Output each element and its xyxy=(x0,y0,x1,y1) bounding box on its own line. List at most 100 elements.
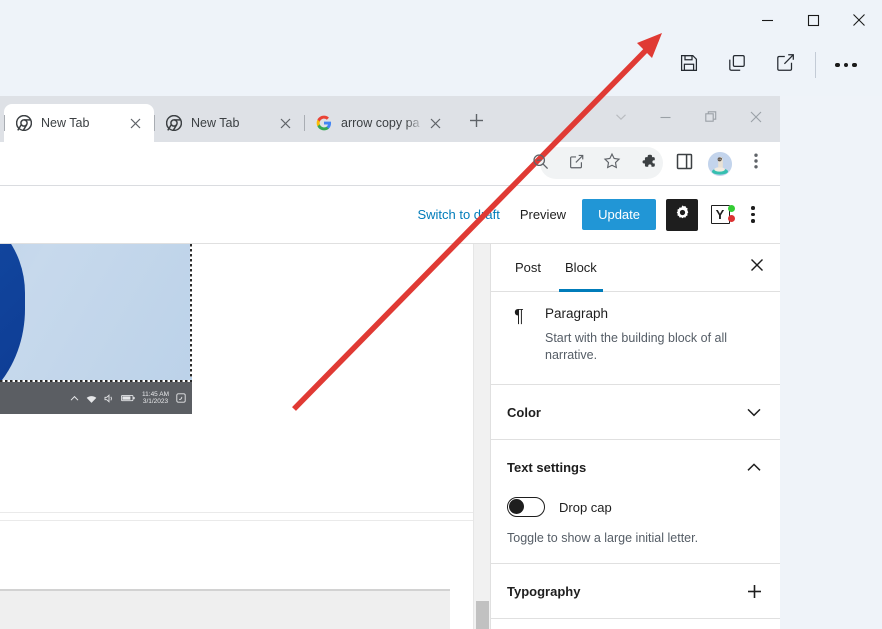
maximize-icon xyxy=(807,14,820,27)
browser-minimize-button[interactable] xyxy=(643,102,688,136)
extensions-puzzle-icon xyxy=(640,153,657,175)
tab-title: New Tab xyxy=(41,116,90,130)
new-tab-button[interactable] xyxy=(462,109,490,137)
tab-close-button[interactable] xyxy=(274,112,296,134)
save-button[interactable] xyxy=(665,44,713,86)
close-settings-button[interactable] xyxy=(740,251,774,285)
preview-button[interactable]: Preview xyxy=(510,201,576,228)
section-typography-label: Typography xyxy=(507,583,581,599)
browser-toolbar xyxy=(0,142,780,186)
tab-divider xyxy=(304,115,305,131)
google-icon xyxy=(316,115,332,131)
bookmark-star-button[interactable] xyxy=(594,146,630,182)
taskbar-clock[interactable]: 11:45 AM 3/1/2023 xyxy=(142,391,169,406)
drop-cap-toggle[interactable] xyxy=(507,497,545,517)
browser-tab-3[interactable]: arrow copy pa xyxy=(304,104,454,142)
restore-icon xyxy=(704,110,717,128)
section-text-settings-label: Text settings xyxy=(507,459,587,475)
notification-icon xyxy=(176,393,186,403)
update-button[interactable]: Update xyxy=(582,199,656,230)
clock-time: 11:45 AM xyxy=(142,390,169,398)
zoom-out-button[interactable] xyxy=(522,146,558,182)
omnibox-actions xyxy=(522,146,780,182)
app-window-chrome xyxy=(0,0,882,96)
browser-restore-button[interactable] xyxy=(688,102,733,136)
chevron-up-icon xyxy=(70,395,79,402)
chevron-down-icon xyxy=(615,110,627,128)
canvas-divider-1 xyxy=(0,512,490,513)
browser-tab-2[interactable]: New Tab xyxy=(154,104,304,142)
editor-scrollbar[interactable] xyxy=(473,244,490,629)
tab-close-button[interactable] xyxy=(424,112,446,134)
minimize-window-button[interactable] xyxy=(744,5,790,35)
more-options-button[interactable] xyxy=(822,44,870,86)
minimize-icon xyxy=(761,14,774,27)
section-color[interactable]: Color xyxy=(491,385,780,440)
screenshot-root: New Tab New Tab arrow copy pa Switch to … xyxy=(0,0,882,629)
block-title: Paragraph xyxy=(545,306,609,321)
tab-block[interactable]: Block xyxy=(553,244,609,292)
image-block[interactable]: 11:45 AM 3/1/2023 xyxy=(0,244,192,414)
yoast-status-dots xyxy=(728,204,735,225)
tab-divider xyxy=(4,115,5,131)
tab-title: New Tab xyxy=(191,116,240,130)
tab-post[interactable]: Post xyxy=(503,244,553,292)
wallpaper-shape-1 xyxy=(0,244,25,382)
editor-canvas[interactable]: 11:45 AM 3/1/2023 xyxy=(0,244,490,629)
share-page-button[interactable] xyxy=(558,146,594,182)
chrome-icon xyxy=(15,114,33,132)
wifi-icon xyxy=(86,394,97,403)
side-panel-button[interactable] xyxy=(666,146,702,182)
windows-wallpaper xyxy=(0,244,192,382)
section-typography[interactable]: Typography xyxy=(491,564,780,619)
kebab-menu-icon xyxy=(751,206,755,223)
canvas-bottom-band xyxy=(0,589,450,629)
plus-icon[interactable] xyxy=(744,581,764,601)
battery-icon xyxy=(121,394,135,402)
profile-button[interactable] xyxy=(702,146,738,182)
maximize-window-button[interactable] xyxy=(790,5,836,35)
browser-close-button[interactable] xyxy=(733,102,778,136)
plus-icon xyxy=(469,113,484,133)
chrome-menu-button[interactable] xyxy=(738,146,774,182)
drop-cap-label: Drop cap xyxy=(559,499,612,515)
share-page-icon xyxy=(568,153,585,175)
zoom-out-icon xyxy=(532,153,549,175)
editor-header: Switch to draft Preview Update Y xyxy=(0,186,780,244)
yoast-seo-button[interactable]: Y xyxy=(706,201,735,229)
browser-window-buttons xyxy=(598,96,780,142)
paragraph-icon: ¶ xyxy=(514,306,524,326)
editor-scrollbar-thumb[interactable] xyxy=(476,601,489,629)
tab-list: New Tab New Tab arrow copy pa xyxy=(0,96,490,142)
clock-date: 3/1/2023 xyxy=(142,398,169,405)
tab-title: arrow copy pa xyxy=(341,116,420,130)
settings-button[interactable] xyxy=(666,198,698,231)
close-window-button[interactable] xyxy=(836,5,882,35)
close-icon xyxy=(750,110,762,128)
section-color-label: Color xyxy=(507,404,541,420)
inspector-tabs: Post Block xyxy=(491,244,780,292)
more-icon xyxy=(835,62,857,68)
extensions-button[interactable] xyxy=(630,146,666,182)
copy-button[interactable] xyxy=(713,44,761,86)
gear-icon xyxy=(674,204,691,226)
tab-close-button[interactable] xyxy=(124,112,146,134)
minimize-icon xyxy=(660,110,671,128)
section-text-settings-header[interactable]: Text settings xyxy=(491,440,780,487)
share-button[interactable] xyxy=(761,44,809,86)
drop-cap-help-text: Toggle to show a large initial letter. xyxy=(507,531,699,545)
tab-search-button[interactable] xyxy=(598,102,643,136)
window-controls xyxy=(744,0,882,40)
block-info-card: ¶ Paragraph Start with the building bloc… xyxy=(491,292,780,385)
editor-options-button[interactable] xyxy=(738,199,768,231)
browser-tabstrip: New Tab New Tab arrow copy pa xyxy=(0,96,780,142)
windows-taskbar: 11:45 AM 3/1/2023 xyxy=(0,382,192,414)
section-text-settings: Text settings Drop cap Toggle to show a … xyxy=(491,440,780,564)
browser-tab-1[interactable]: New Tab xyxy=(4,104,154,142)
chrome-menu-icon xyxy=(754,153,758,174)
save-icon xyxy=(679,53,699,78)
chevron-down-icon xyxy=(744,402,764,422)
block-description: Start with the building block of all nar… xyxy=(545,331,728,362)
switch-to-draft-button[interactable]: Switch to draft xyxy=(407,201,509,228)
chevron-up-icon xyxy=(744,457,764,477)
